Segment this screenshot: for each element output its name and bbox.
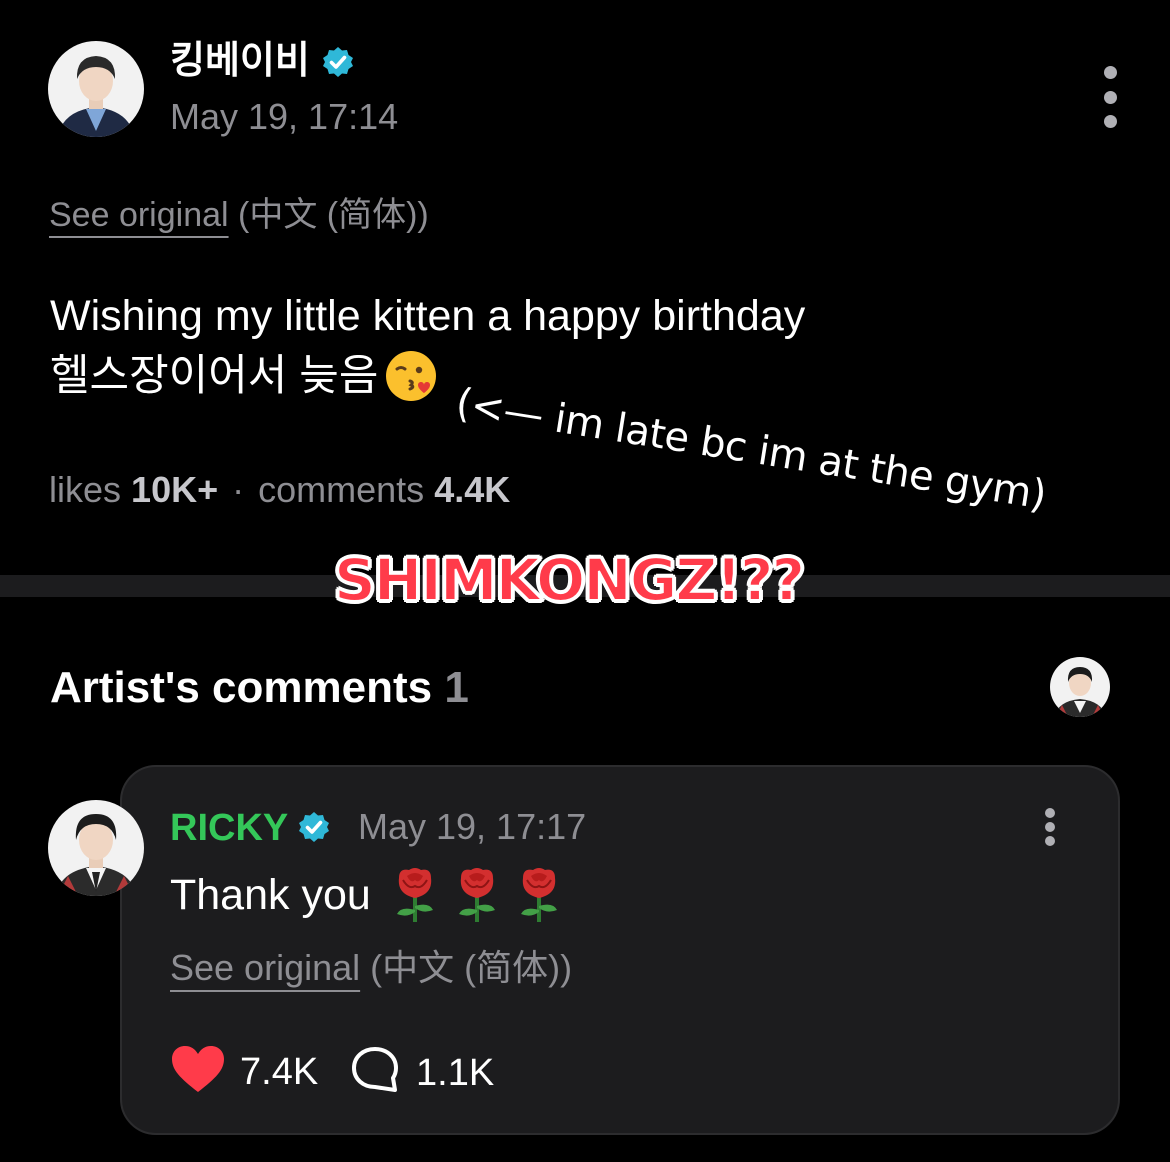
comment-like-button[interactable]: 7.4K — [170, 1044, 318, 1099]
verified-badge-icon — [322, 46, 354, 78]
heart-icon — [170, 1044, 226, 1099]
translation-language: (中文 (简体)) — [238, 196, 429, 234]
post-body: Wishing my little kitten a happy birthda… — [50, 286, 805, 406]
artist-comments-label: Artist's comments — [50, 663, 433, 712]
see-original-link[interactable]: See original — [49, 196, 229, 234]
rose-icon — [513, 866, 565, 924]
commenter-name[interactable]: RICKY — [170, 809, 288, 847]
comment-text: Thank you — [170, 870, 371, 919]
likes-count[interactable]: 10K+ — [131, 469, 218, 510]
artist-comments-title: Artist's comments 1 — [50, 666, 469, 710]
comment-likes-count: 7.4K — [240, 1050, 319, 1093]
commenter-verified-badge-icon — [298, 811, 330, 843]
rose-icon — [451, 866, 503, 924]
post-stats: likes 10K+ · comments 4.4K — [49, 472, 510, 508]
comment-content: Thank you — [170, 866, 565, 924]
post-translation-note: See original (中文 (简体)) — [49, 198, 429, 232]
comment-timestamp: May 19, 17:17 — [358, 806, 587, 847]
comment-translation-note: See original (中文 (简体)) — [170, 950, 572, 986]
author-name[interactable]: 킹베이비 — [170, 42, 310, 80]
rose-icon — [389, 866, 441, 924]
artist-avatar[interactable] — [1050, 657, 1110, 717]
post-timestamp: May 19, 17:14 — [170, 96, 399, 137]
comment-bubble-icon — [350, 1046, 400, 1099]
post-body-line-1: Wishing my little kitten a happy birthda… — [50, 292, 806, 340]
caption-annotation: SHIMKONGZ!?? — [333, 545, 806, 615]
comment-reply-button[interactable]: 1.1K — [350, 1046, 494, 1099]
artist-comments-count: 1 — [444, 663, 469, 712]
comment-more-options-icon[interactable] — [1030, 806, 1070, 848]
comment-see-original-link[interactable]: See original — [170, 947, 360, 988]
face-blowing-kiss-icon — [384, 349, 438, 403]
comments-label: comments — [258, 469, 425, 510]
author-avatar[interactable] — [48, 41, 144, 137]
comment-replies-count: 1.1K — [416, 1051, 495, 1094]
post-more-options-icon[interactable] — [1090, 62, 1130, 132]
stats-separator: · — [232, 469, 245, 510]
likes-label: likes — [49, 469, 122, 510]
post-body-line-2: 헬스장이어서 늦음 — [50, 352, 379, 400]
comment-translation-language: (中文 (简体)) — [370, 947, 573, 988]
comments-count[interactable]: 4.4K — [434, 469, 510, 510]
commenter-avatar[interactable] — [48, 800, 144, 896]
